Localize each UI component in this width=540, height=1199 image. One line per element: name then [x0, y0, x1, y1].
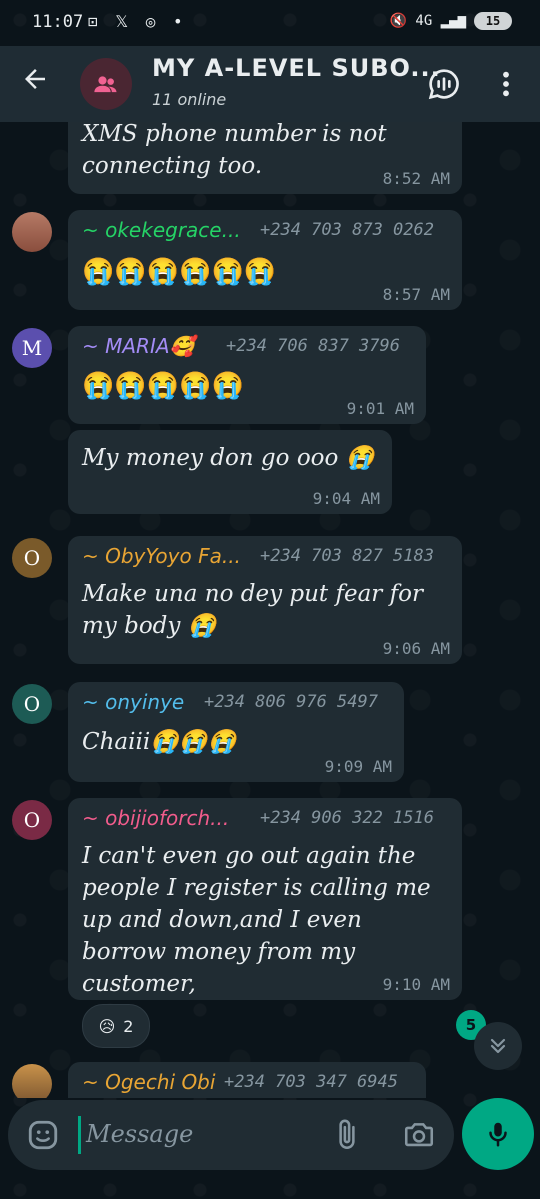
message-time: 9:06 AM	[382, 639, 450, 658]
message-bubble[interactable]: ~ Ogechi Obi +234 703 347 6945	[68, 1062, 426, 1098]
text-cursor	[78, 1116, 81, 1154]
sticker-emoji-icon[interactable]	[26, 1118, 60, 1156]
message-text: My money don go ooo 😭	[82, 445, 375, 471]
sender-name[interactable]: ~ okekegrace...	[82, 218, 241, 242]
reaction-emoji: 😥	[98, 1016, 116, 1036]
more-options-icon[interactable]	[486, 64, 526, 104]
group-title[interactable]: MY A-LEVEL SUBO...	[152, 54, 441, 82]
back-arrow-icon[interactable]	[20, 64, 50, 102]
sender-avatar[interactable]: O	[12, 538, 52, 578]
message-text: Make una no dey put fear for my body 😭	[82, 581, 423, 639]
message-list[interactable]: XMS phone number is not connecting too. …	[0, 122, 540, 1098]
message-time: 9:09 AM	[324, 757, 392, 776]
online-count: 11 online	[152, 90, 227, 109]
message-text: 😭😭😭😭😭	[82, 371, 244, 401]
avatar-initial: M	[21, 336, 43, 360]
sender-avatar[interactable]: O	[12, 684, 52, 724]
sender-phone: +234 703 873 0262	[260, 220, 434, 240]
reaction-badge[interactable]: 😥 2	[82, 1004, 150, 1048]
microphone-button[interactable]	[462, 1098, 534, 1170]
sender-phone: +234 906 322 1516	[260, 808, 434, 828]
status-bar: 11:07 ⊡ 𝕏 ◎ • 🔇 4G ▂▄▆ 15	[0, 0, 540, 46]
message-bubble[interactable]: My money don go ooo 😭 9:04 AM	[68, 430, 392, 514]
microphone-icon	[489, 1122, 507, 1147]
message-text: Chaiii😭😭😭	[82, 729, 237, 755]
sender-avatar[interactable]	[12, 1064, 52, 1098]
message-bubble[interactable]: ~ okekegrace... +234 703 873 0262 😭😭😭😭😭😭…	[68, 210, 462, 310]
chat-header: MY A-LEVEL SUBO... 11 online	[0, 46, 540, 122]
avatar-initial: O	[23, 546, 41, 570]
message-composer[interactable]: Message	[8, 1100, 454, 1170]
sender-phone: +234 806 976 5497	[204, 692, 378, 712]
sender-phone: +234 703 827 5183	[260, 546, 434, 566]
message-time: 9:04 AM	[312, 489, 380, 508]
message-time: 8:57 AM	[382, 285, 450, 304]
network-icons: 🔇 4G ▂▄▆	[389, 13, 466, 29]
sender-avatar[interactable]: O	[12, 800, 52, 840]
sender-name[interactable]: ~ obijioforch...	[82, 806, 229, 830]
message-time: 8:52 AM	[382, 169, 450, 188]
message-text: 😭😭😭😭😭😭	[82, 257, 277, 287]
group-avatar[interactable]	[80, 58, 132, 110]
notification-icons: ⊡ 𝕏 ◎ •	[88, 12, 187, 31]
sender-name[interactable]: ~ onyinye	[82, 690, 184, 714]
message-bubble[interactable]: XMS phone number is not connecting too. …	[68, 122, 462, 194]
message-bubble[interactable]: ~ onyinye +234 806 976 5497 Chaiii😭😭😭 9:…	[68, 682, 404, 782]
message-input[interactable]: Message	[86, 1120, 193, 1148]
scroll-down-button[interactable]	[474, 1022, 522, 1070]
message-bubble[interactable]: ~ ObyYoyo Fa... +234 703 827 5183 Make u…	[68, 536, 462, 664]
message-time: 9:10 AM	[382, 975, 450, 994]
avatar-initial: O	[23, 808, 41, 832]
avatar-initial: O	[23, 692, 41, 716]
camera-icon[interactable]	[402, 1118, 436, 1156]
sender-avatar[interactable]: M	[12, 328, 52, 368]
sender-name[interactable]: ~ Ogechi Obi	[82, 1070, 215, 1094]
sender-phone: +234 703 347 6945	[224, 1072, 398, 1092]
battery-level: 15	[485, 14, 501, 28]
sender-avatar[interactable]	[12, 212, 52, 252]
message-time: 9:01 AM	[346, 399, 414, 418]
battery-icon: 15	[474, 12, 512, 30]
message-bubble[interactable]: ~ MARIA🥰 +234 706 837 3796 😭😭😭😭😭 9:01 AM	[68, 326, 426, 424]
sender-name[interactable]: ~ ObyYoyo Fa...	[82, 544, 241, 568]
voice-chat-icon[interactable]	[424, 64, 464, 104]
sender-phone: +234 706 837 3796	[226, 336, 400, 356]
sender-name[interactable]: ~ MARIA🥰	[82, 334, 194, 358]
status-time: 11:07	[32, 12, 84, 32]
message-bubble[interactable]: ~ obijioforch... +234 906 322 1516 I can…	[68, 798, 462, 1000]
double-chevron-down-icon	[490, 1038, 506, 1054]
group-icon	[94, 76, 117, 93]
paperclip-icon[interactable]	[330, 1118, 364, 1156]
reaction-count: 2	[123, 1016, 134, 1036]
